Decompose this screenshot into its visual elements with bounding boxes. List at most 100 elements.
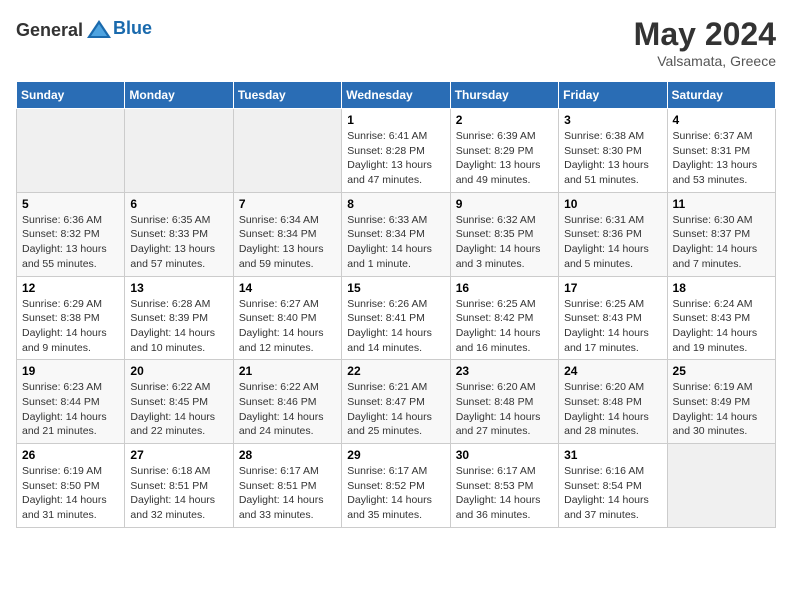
calendar-day-cell: 16 Sunrise: 6:25 AMSunset: 8:42 PMDayligh… [450,276,558,360]
calendar-day-cell: 10 Sunrise: 6:31 AMSunset: 8:36 PMDayligh… [559,192,667,276]
calendar-day-cell: 11 Sunrise: 6:30 AMSunset: 8:37 PMDayligh… [667,192,775,276]
calendar-week-row: 5Sunrise: 6:36 AMSunset: 8:32 PMDaylight… [17,192,776,276]
day-info: Sunrise: 6:30 AMSunset: 8:37 PMDaylight:… [673,213,770,272]
header-day: Thursday [450,82,558,109]
day-number: 8 [347,197,444,211]
day-number: 16 [456,281,553,295]
day-number: 7 [239,197,336,211]
calendar-day-cell: 26 Sunrise: 6:19 AMSunset: 8:50 PMDayligh… [17,444,125,528]
day-number: 15 [347,281,444,295]
calendar-body: 1Sunrise: 6:41 AMSunset: 8:28 PMDaylight… [17,109,776,528]
day-info: Sunrise: 6:29 AMSunset: 8:38 PMDaylight:… [22,297,119,356]
day-number: 10 [564,197,661,211]
day-info: Sunrise: 6:26 AMSunset: 8:41 PMDaylight:… [347,297,444,356]
day-info: Sunrise: 6:19 AMSunset: 8:50 PMDaylight:… [22,464,119,523]
day-info: Sunrise: 6:17 AMSunset: 8:53 PMDaylight:… [456,464,553,523]
calendar-day-cell: 20 Sunrise: 6:22 AMSunset: 8:45 PMDayligh… [125,360,233,444]
day-number: 29 [347,448,444,462]
calendar-day-cell: 25 Sunrise: 6:19 AMSunset: 8:49 PMDayligh… [667,360,775,444]
calendar-subtitle: Valsamata, Greece [634,53,776,69]
calendar-day-cell: 4 Sunrise: 6:37 AMSunset: 8:31 PMDaylight… [667,109,775,193]
header-day: Sunday [17,82,125,109]
day-info: Sunrise: 6:31 AMSunset: 8:36 PMDaylight:… [564,213,661,272]
calendar-day-cell [667,444,775,528]
calendar-day-cell: 14 Sunrise: 6:27 AMSunset: 8:40 PMDayligh… [233,276,341,360]
calendar-day-cell: 15 Sunrise: 6:26 AMSunset: 8:41 PMDayligh… [342,276,450,360]
logo-blue-text: Blue [113,18,152,39]
day-number: 20 [130,364,227,378]
calendar-day-cell: 8 Sunrise: 6:33 AMSunset: 8:34 PMDaylight… [342,192,450,276]
header-day: Friday [559,82,667,109]
day-info: Sunrise: 6:22 AMSunset: 8:45 PMDaylight:… [130,380,227,439]
header-day: Wednesday [342,82,450,109]
calendar-day-cell: 31Sunrise: 6:16 AMSunset: 8:54 PMDayligh… [559,444,667,528]
day-info: Sunrise: 6:39 AMSunset: 8:29 PMDaylight:… [456,129,553,188]
day-number: 21 [239,364,336,378]
day-info: Sunrise: 6:34 AMSunset: 8:34 PMDaylight:… [239,213,336,272]
calendar-week-row: 12 Sunrise: 6:29 AMSunset: 8:38 PMDayligh… [17,276,776,360]
calendar-day-cell: 1Sunrise: 6:41 AMSunset: 8:28 PMDaylight… [342,109,450,193]
day-info: Sunrise: 6:19 AMSunset: 8:49 PMDaylight:… [673,380,770,439]
day-number: 28 [239,448,336,462]
calendar-day-cell: 30 Sunrise: 6:17 AMSunset: 8:53 PMDayligh… [450,444,558,528]
day-number: 4 [673,113,770,127]
header-day: Monday [125,82,233,109]
day-number: 23 [456,364,553,378]
calendar-day-cell [125,109,233,193]
day-info: Sunrise: 6:38 AMSunset: 8:30 PMDaylight:… [564,129,661,188]
day-number: 30 [456,448,553,462]
day-number: 17 [564,281,661,295]
day-info: Sunrise: 6:20 AMSunset: 8:48 PMDaylight:… [456,380,553,439]
day-number: 11 [673,197,770,211]
day-info: Sunrise: 6:36 AMSunset: 8:32 PMDaylight:… [22,213,119,272]
calendar-day-cell [233,109,341,193]
calendar-day-cell: 17 Sunrise: 6:25 AMSunset: 8:43 PMDayligh… [559,276,667,360]
header-day: Saturday [667,82,775,109]
day-info: Sunrise: 6:20 AMSunset: 8:48 PMDaylight:… [564,380,661,439]
calendar-day-cell: 22Sunrise: 6:21 AMSunset: 8:47 PMDayligh… [342,360,450,444]
calendar-day-cell: 27Sunrise: 6:18 AMSunset: 8:51 PMDayligh… [125,444,233,528]
calendar-day-cell: 6 Sunrise: 6:35 AMSunset: 8:33 PMDaylight… [125,192,233,276]
calendar-day-cell: 28 Sunrise: 6:17 AMSunset: 8:51 PMDayligh… [233,444,341,528]
day-number: 24 [564,364,661,378]
day-info: Sunrise: 6:27 AMSunset: 8:40 PMDaylight:… [239,297,336,356]
day-info: Sunrise: 6:17 AMSunset: 8:51 PMDaylight:… [239,464,336,523]
calendar-day-cell: 29 Sunrise: 6:17 AMSunset: 8:52 PMDayligh… [342,444,450,528]
logo-general-text: General [16,20,83,41]
day-number: 31 [564,448,661,462]
day-info: Sunrise: 6:18 AMSunset: 8:51 PMDaylight:… [130,464,227,523]
day-info: Sunrise: 6:32 AMSunset: 8:35 PMDaylight:… [456,213,553,272]
day-number: 25 [673,364,770,378]
calendar-day-cell: 2Sunrise: 6:39 AMSunset: 8:29 PMDaylight… [450,109,558,193]
calendar-day-cell: 19 Sunrise: 6:23 AMSunset: 8:44 PMDayligh… [17,360,125,444]
day-number: 12 [22,281,119,295]
day-info: Sunrise: 6:22 AMSunset: 8:46 PMDaylight:… [239,380,336,439]
calendar-day-cell: 18Sunrise: 6:24 AMSunset: 8:43 PMDayligh… [667,276,775,360]
calendar-day-cell: 21 Sunrise: 6:22 AMSunset: 8:46 PMDayligh… [233,360,341,444]
day-number: 3 [564,113,661,127]
day-info: Sunrise: 6:23 AMSunset: 8:44 PMDaylight:… [22,380,119,439]
calendar-day-cell: 9Sunrise: 6:32 AMSunset: 8:35 PMDaylight… [450,192,558,276]
calendar-table: SundayMondayTuesdayWednesdayThursdayFrid… [16,81,776,528]
day-info: Sunrise: 6:17 AMSunset: 8:52 PMDaylight:… [347,464,444,523]
page-header: General Blue May 2024 Valsamata, Greece [16,16,776,69]
calendar-day-cell: 7 Sunrise: 6:34 AMSunset: 8:34 PMDaylight… [233,192,341,276]
calendar-day-cell: 13Sunrise: 6:28 AMSunset: 8:39 PMDayligh… [125,276,233,360]
day-number: 19 [22,364,119,378]
day-number: 6 [130,197,227,211]
calendar-day-cell: 24 Sunrise: 6:20 AMSunset: 8:48 PMDayligh… [559,360,667,444]
day-info: Sunrise: 6:33 AMSunset: 8:34 PMDaylight:… [347,213,444,272]
calendar-day-cell: 23 Sunrise: 6:20 AMSunset: 8:48 PMDayligh… [450,360,558,444]
day-number: 18 [673,281,770,295]
calendar-week-row: 26 Sunrise: 6:19 AMSunset: 8:50 PMDayligh… [17,444,776,528]
calendar-week-row: 1Sunrise: 6:41 AMSunset: 8:28 PMDaylight… [17,109,776,193]
day-info: Sunrise: 6:37 AMSunset: 8:31 PMDaylight:… [673,129,770,188]
calendar-day-cell [17,109,125,193]
day-info: Sunrise: 6:28 AMSunset: 8:39 PMDaylight:… [130,297,227,356]
day-info: Sunrise: 6:25 AMSunset: 8:42 PMDaylight:… [456,297,553,356]
day-info: Sunrise: 6:35 AMSunset: 8:33 PMDaylight:… [130,213,227,272]
header-row: SundayMondayTuesdayWednesdayThursdayFrid… [17,82,776,109]
day-number: 14 [239,281,336,295]
day-number: 26 [22,448,119,462]
day-info: Sunrise: 6:25 AMSunset: 8:43 PMDaylight:… [564,297,661,356]
